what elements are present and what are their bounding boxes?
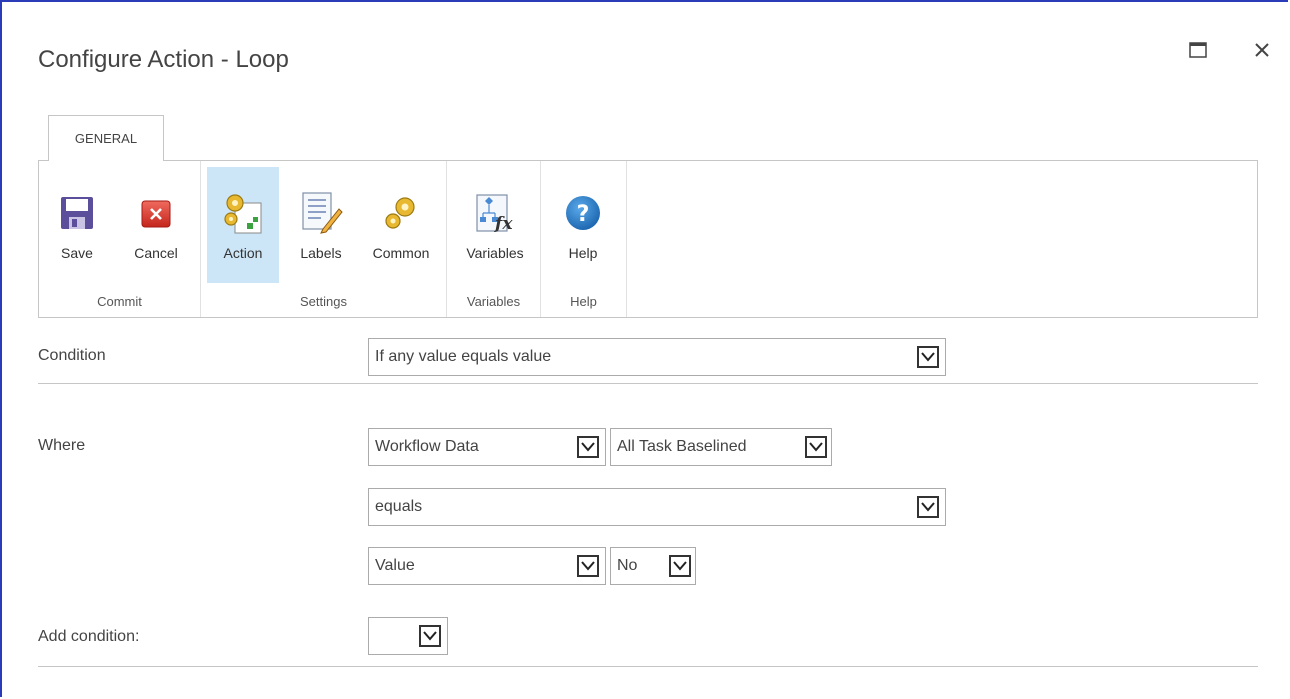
maximize-icon[interactable] (1186, 38, 1210, 62)
action-label: Action (223, 245, 263, 261)
chevron-down-icon (917, 346, 939, 368)
common-label: Common (372, 245, 430, 261)
where-value-value: No (617, 557, 638, 574)
labels-label: Labels (300, 245, 342, 261)
ribbon: Save Cancel Commit Action Labels Common … (38, 160, 1258, 318)
chevron-down-icon (577, 436, 599, 458)
where-field-value: All Task Baselined (617, 438, 747, 455)
where-source-select[interactable]: Workflow Data (368, 428, 606, 466)
save-label: Save (61, 245, 93, 261)
svg-text:fx: fx (494, 214, 513, 234)
settings-group-label: Settings (300, 294, 347, 309)
where-source-value: Workflow Data (375, 438, 479, 455)
svg-text:?: ? (577, 202, 590, 227)
cancel-icon (134, 191, 178, 235)
variables-group-label: Variables (466, 294, 521, 309)
configure-action-dialog: Configure Action - Loop GENERAL Save Can… (0, 0, 1288, 697)
condition-divider (38, 383, 1258, 384)
action-button[interactable]: Action (207, 167, 279, 283)
close-icon[interactable] (1250, 38, 1274, 62)
where-field-select[interactable]: All Task Baselined (610, 428, 832, 466)
chevron-down-icon (805, 436, 827, 458)
ribbon-group-variables: fx Variables Variables (447, 161, 541, 317)
save-icon (55, 191, 99, 235)
chevron-down-icon (577, 555, 599, 577)
condition-label: Condition (38, 347, 106, 364)
variables-button[interactable]: fx Variables (455, 167, 535, 283)
variables-label: Variables (466, 245, 524, 261)
help-group-label: Help (570, 294, 597, 309)
where-operator-value: equals (375, 498, 423, 515)
add-condition-select[interactable] (368, 617, 448, 655)
chevron-down-icon (419, 625, 441, 647)
condition-select[interactable]: If any value equals value (368, 338, 946, 376)
common-button[interactable]: Common (361, 167, 441, 283)
save-button[interactable]: Save (47, 167, 107, 283)
chevron-down-icon (917, 496, 939, 518)
condition-value: If any value equals value (375, 348, 552, 365)
ribbon-group-settings: Action Labels Common Settings (201, 161, 447, 317)
common-gears-icon (379, 191, 423, 235)
where-value-type-value: Value (375, 557, 415, 574)
labels-button[interactable]: Labels (289, 167, 353, 283)
chevron-down-icon (669, 555, 691, 577)
where-value-select[interactable]: No (610, 547, 696, 585)
tab-general[interactable]: GENERAL (48, 115, 164, 161)
help-icon: ? (561, 191, 605, 235)
add-condition-divider (38, 666, 1258, 667)
where-operator-select[interactable]: equals (368, 488, 946, 526)
ribbon-group-commit: Save Cancel Commit (39, 161, 201, 317)
ribbon-group-help: ? Help Help (541, 161, 627, 317)
help-button[interactable]: ? Help (551, 167, 615, 283)
cancel-button[interactable]: Cancel (123, 167, 189, 283)
where-label: Where (38, 437, 86, 454)
variables-fx-icon: fx (473, 191, 517, 235)
labels-icon (299, 191, 343, 235)
cancel-label: Cancel (134, 245, 178, 261)
dialog-title: Configure Action - Loop (38, 46, 289, 73)
add-condition-label: Add condition: (38, 628, 140, 645)
where-value-type-select[interactable]: Value (368, 547, 606, 585)
action-gears-icon (221, 191, 265, 235)
help-label: Help (568, 245, 598, 261)
commit-group-label: Commit (97, 294, 142, 309)
